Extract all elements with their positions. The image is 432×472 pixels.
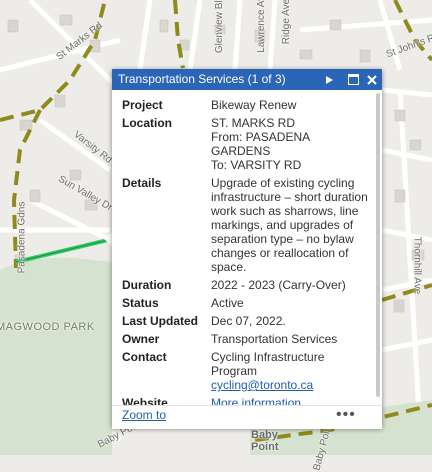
attribute-value: ST. MARKS RD From: PASADENA GARDENS To: VAR… (211, 116, 369, 172)
attribute-label: Location (122, 116, 172, 130)
baby-point-label: Baby Point (251, 429, 279, 453)
street-label-glenview: Glenview Blvd (214, 0, 226, 54)
popup-footer: Zoom to ••• (112, 405, 382, 429)
attribute-row: Details Upgrade of existing cycling infras… (112, 176, 374, 274)
popup-scrollbar[interactable] (376, 93, 380, 397)
popup-header: Transportation Services (1 of 3) (112, 69, 382, 90)
street-label-pasadena: Pasadena Gdns (16, 201, 28, 274)
attribute-value-line: From: PASADENA (211, 130, 311, 144)
attribute-value: Transportation Services (211, 332, 369, 346)
play-icon (325, 75, 333, 84)
attribute-value: More information (211, 396, 369, 405)
attribute-row: Owner Transportation Services (112, 332, 374, 346)
attribute-value-line: Bikeway Renew (211, 98, 297, 112)
more-actions-button[interactable]: ••• (336, 406, 356, 424)
street-label-lawrence: Lawrence Ave (255, 0, 267, 53)
park-area (0, 257, 112, 455)
attribute-row: Status Active (112, 296, 374, 310)
attribute-label: Website (122, 396, 168, 405)
attribute-value-line: Transportation Services (211, 332, 338, 346)
attribute-label: Owner (122, 332, 160, 346)
street-label-ridge: Ridge Ave (281, 0, 293, 45)
attribute-value: Bikeway Renew (211, 98, 369, 112)
attribute-value-line: Cycling Infrastructure (211, 350, 325, 364)
maximize-button[interactable] (344, 69, 362, 90)
attribute-value-line: changes or reallocation of (211, 246, 349, 260)
attribute-value-line: ST. MARKS RD (211, 116, 296, 130)
contact-email-link[interactable]: cycling@toronto.ca (211, 378, 313, 392)
park-label: MAGWOOD PARK (0, 321, 95, 333)
website-link[interactable]: More information (211, 396, 301, 405)
attribute-value-line: Dec 07, 2022. (211, 314, 286, 328)
attribute-row: Last Updated Dec 07, 2022. (112, 314, 374, 328)
attribute-value-line: infrastructure – short duration (211, 190, 368, 204)
neighbourhood-label-baby-point: Baby Point (251, 429, 279, 453)
attribute-value-line: work such as sharrows, line (211, 204, 359, 218)
close-icon (367, 74, 377, 85)
attribute-label: Project (122, 98, 163, 112)
attribute-label: Contact (122, 350, 167, 364)
attribute-row: Contact Cycling Infrastructure Program cycl… (112, 350, 374, 392)
next-feature-button[interactable] (320, 69, 338, 90)
attribute-row: Project Bikeway Renew (112, 98, 374, 112)
popup-body[interactable]: Project Bikeway Renew Location ST. MARKS RD… (112, 90, 374, 405)
attribute-value: Cycling Infrastructure Program cycling@tor… (211, 350, 369, 392)
attribute-value-line: Active (211, 296, 244, 310)
attribute-value: Upgrade of existing cycling infrastructur… (211, 176, 369, 274)
attribute-value: Active (211, 296, 369, 310)
attribute-label: Last Updated (122, 314, 199, 328)
attribute-row: Location ST. MARKS RD From: PASADENA GARDEN… (112, 116, 374, 172)
attribute-value-line: separation type – no bylaw (211, 232, 354, 246)
attribute-value-line: GARDENS (211, 144, 271, 158)
popup-title: Transportation Services (1 of 3) (118, 72, 286, 86)
zoom-to-link[interactable]: Zoom to (122, 408, 166, 422)
maximize-icon (347, 74, 359, 85)
attribute-value: Dec 07, 2022. (211, 314, 369, 328)
feature-popup: Transportation Services (1 of 3) Project… (112, 69, 382, 429)
street-label-thornhill: Thornhill Ave (411, 236, 423, 295)
close-button[interactable] (363, 69, 381, 90)
attribute-value-line: space. (211, 260, 247, 274)
attribute-value-line: 2022 - 2023 (Carry-Over) (211, 278, 346, 292)
attribute-list: Project Bikeway Renew Location ST. MARKS RD… (112, 90, 374, 405)
attribute-label: Status (122, 296, 159, 310)
attribute-value-line: Upgrade of existing cycling (211, 176, 355, 190)
attribute-label: Duration (122, 278, 172, 292)
attribute-row: Website More information (112, 396, 374, 405)
attribute-value-line: markings, and upgrades of (211, 218, 354, 232)
attribute-row: Duration 2022 - 2023 (Carry-Over) (112, 278, 374, 292)
attribute-value-line: To: VARSITY RD (211, 158, 302, 172)
attribute-value: 2022 - 2023 (Carry-Over) (211, 278, 369, 292)
attribute-label: Details (122, 176, 162, 190)
attribute-value-line: Program (211, 364, 258, 378)
